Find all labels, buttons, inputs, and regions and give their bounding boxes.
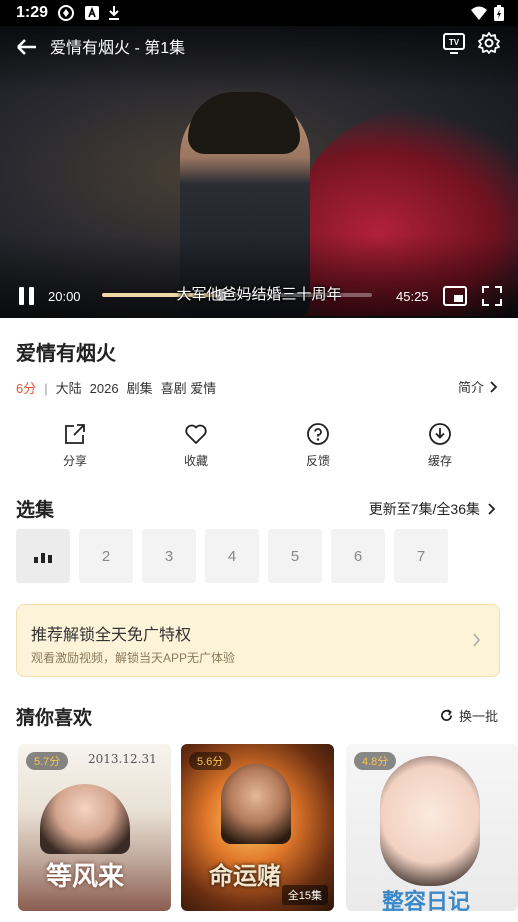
- help-circle-icon: [307, 423, 329, 445]
- svg-text:TV: TV: [449, 38, 460, 47]
- category: 剧集: [126, 381, 153, 396]
- poster-art: 2013.12.31: [88, 752, 157, 766]
- poster-title-art: 等风来: [46, 862, 125, 892]
- promo-subtitle: 观看激励视频，解锁当天APP无广体验: [31, 651, 236, 665]
- episode-item-4[interactable]: 4: [205, 529, 259, 583]
- promo-title: 推荐解锁全天免广特权: [31, 627, 192, 644]
- player-title: 爱情有烟火 - 第1集: [50, 40, 186, 57]
- show-meta: 6分 | 大陆 2026 剧集 喜剧 爱情: [16, 378, 224, 397]
- recommend-title: 猜你喜欢: [16, 708, 93, 729]
- episode-item-2[interactable]: 2: [79, 529, 133, 583]
- refresh-button[interactable]: 换一批: [440, 706, 498, 725]
- cache-label: 缓存: [427, 454, 452, 468]
- video-player[interactable]: 爱情有烟火 - 第1集 TV 20:00 大军他爸妈结婚三十周年 45:25: [0, 26, 518, 318]
- poster-title-art: 整容日记: [382, 889, 471, 911]
- status-time: 1:29: [16, 4, 49, 21]
- app-notification-icon: [58, 5, 74, 21]
- tv-cast-icon[interactable]: TV: [442, 31, 466, 55]
- region: 大陆: [55, 381, 82, 396]
- a-notification-icon: [85, 6, 99, 20]
- download-circle-icon: [429, 423, 451, 445]
- poster-figure: [380, 756, 480, 886]
- genres: 喜剧 爱情: [160, 381, 217, 396]
- year: 2026: [89, 381, 119, 396]
- poster-figure: [221, 764, 291, 844]
- episode-item-5[interactable]: 5: [268, 529, 322, 583]
- episodes-title: 选集: [16, 500, 55, 521]
- refresh-icon: [441, 709, 452, 721]
- status-bar: 1:29: [0, 0, 518, 26]
- playing-bars-icon: [34, 553, 52, 563]
- wifi-icon: [471, 6, 487, 20]
- poster-figure: [40, 784, 130, 854]
- refresh-label: 换一批: [458, 709, 498, 724]
- settings-gear-icon[interactable]: [477, 31, 501, 55]
- score: 6分: [16, 381, 37, 396]
- cache-button[interactable]: 缓存: [400, 422, 480, 469]
- back-arrow-icon[interactable]: [14, 34, 40, 60]
- rating-badge: 4.8分: [354, 752, 397, 770]
- episode-item-6[interactable]: 6: [331, 529, 385, 583]
- episode-update-button[interactable]: 更新至7集/全36集: [369, 499, 496, 519]
- share-icon: [65, 424, 85, 444]
- battery-icon: [494, 5, 504, 21]
- rating-badge: 5.7分: [26, 752, 69, 770]
- picture-in-picture-icon[interactable]: [442, 284, 468, 308]
- recommend-list: 2013.12.31 等风来 5.7分 命运赌 5.6分 全15集 整容日记 4…: [18, 744, 518, 922]
- favorite-label: 收藏: [183, 454, 208, 468]
- chevron-right-icon: [490, 380, 498, 393]
- duration: 45:25: [396, 289, 429, 304]
- chevron-right-icon: [488, 503, 496, 515]
- intro-button[interactable]: 简介: [458, 377, 498, 396]
- feedback-button[interactable]: 反馈: [278, 422, 358, 469]
- recommend-card[interactable]: 2013.12.31 等风来 5.7分: [18, 744, 171, 911]
- episode-count-badge: 全15集: [281, 885, 328, 905]
- ad-free-promo-banner[interactable]: 推荐解锁全天免广特权 观看激励视频，解锁当天APP无广体验: [16, 604, 500, 677]
- feedback-label: 反馈: [305, 454, 330, 468]
- video-subtitle: 大军他爸妈结婚三十周年: [176, 286, 342, 303]
- favorite-button[interactable]: 收藏: [156, 422, 236, 469]
- recommend-card[interactable]: 命运赌 5.6分 全15集: [181, 744, 334, 911]
- chevron-right-icon: [473, 633, 481, 647]
- share-label: 分享: [62, 454, 87, 468]
- meta-separator: |: [44, 381, 48, 396]
- episode-update-label: 更新至7集/全36集: [368, 501, 480, 517]
- episode-list: 2 3 4 5 6 7: [16, 529, 448, 583]
- action-bar: 分享 收藏 反馈 缓存: [0, 422, 518, 472]
- share-button[interactable]: 分享: [35, 422, 115, 469]
- video-overlay: [0, 26, 518, 318]
- intro-label: 简介: [457, 380, 484, 395]
- heart-icon: [185, 424, 207, 444]
- episode-item-1[interactable]: [16, 529, 70, 583]
- recommend-card[interactable]: 整容日记 4.8分: [346, 744, 518, 911]
- fullscreen-icon[interactable]: [480, 284, 504, 308]
- show-title: 爱情有烟火: [16, 343, 116, 365]
- download-notification-icon: [109, 6, 119, 20]
- poster-title-art: 命运赌: [209, 861, 281, 890]
- rating-badge: 5.6分: [189, 752, 232, 770]
- episode-item-7[interactable]: 7: [394, 529, 448, 583]
- episode-item-3[interactable]: 3: [142, 529, 196, 583]
